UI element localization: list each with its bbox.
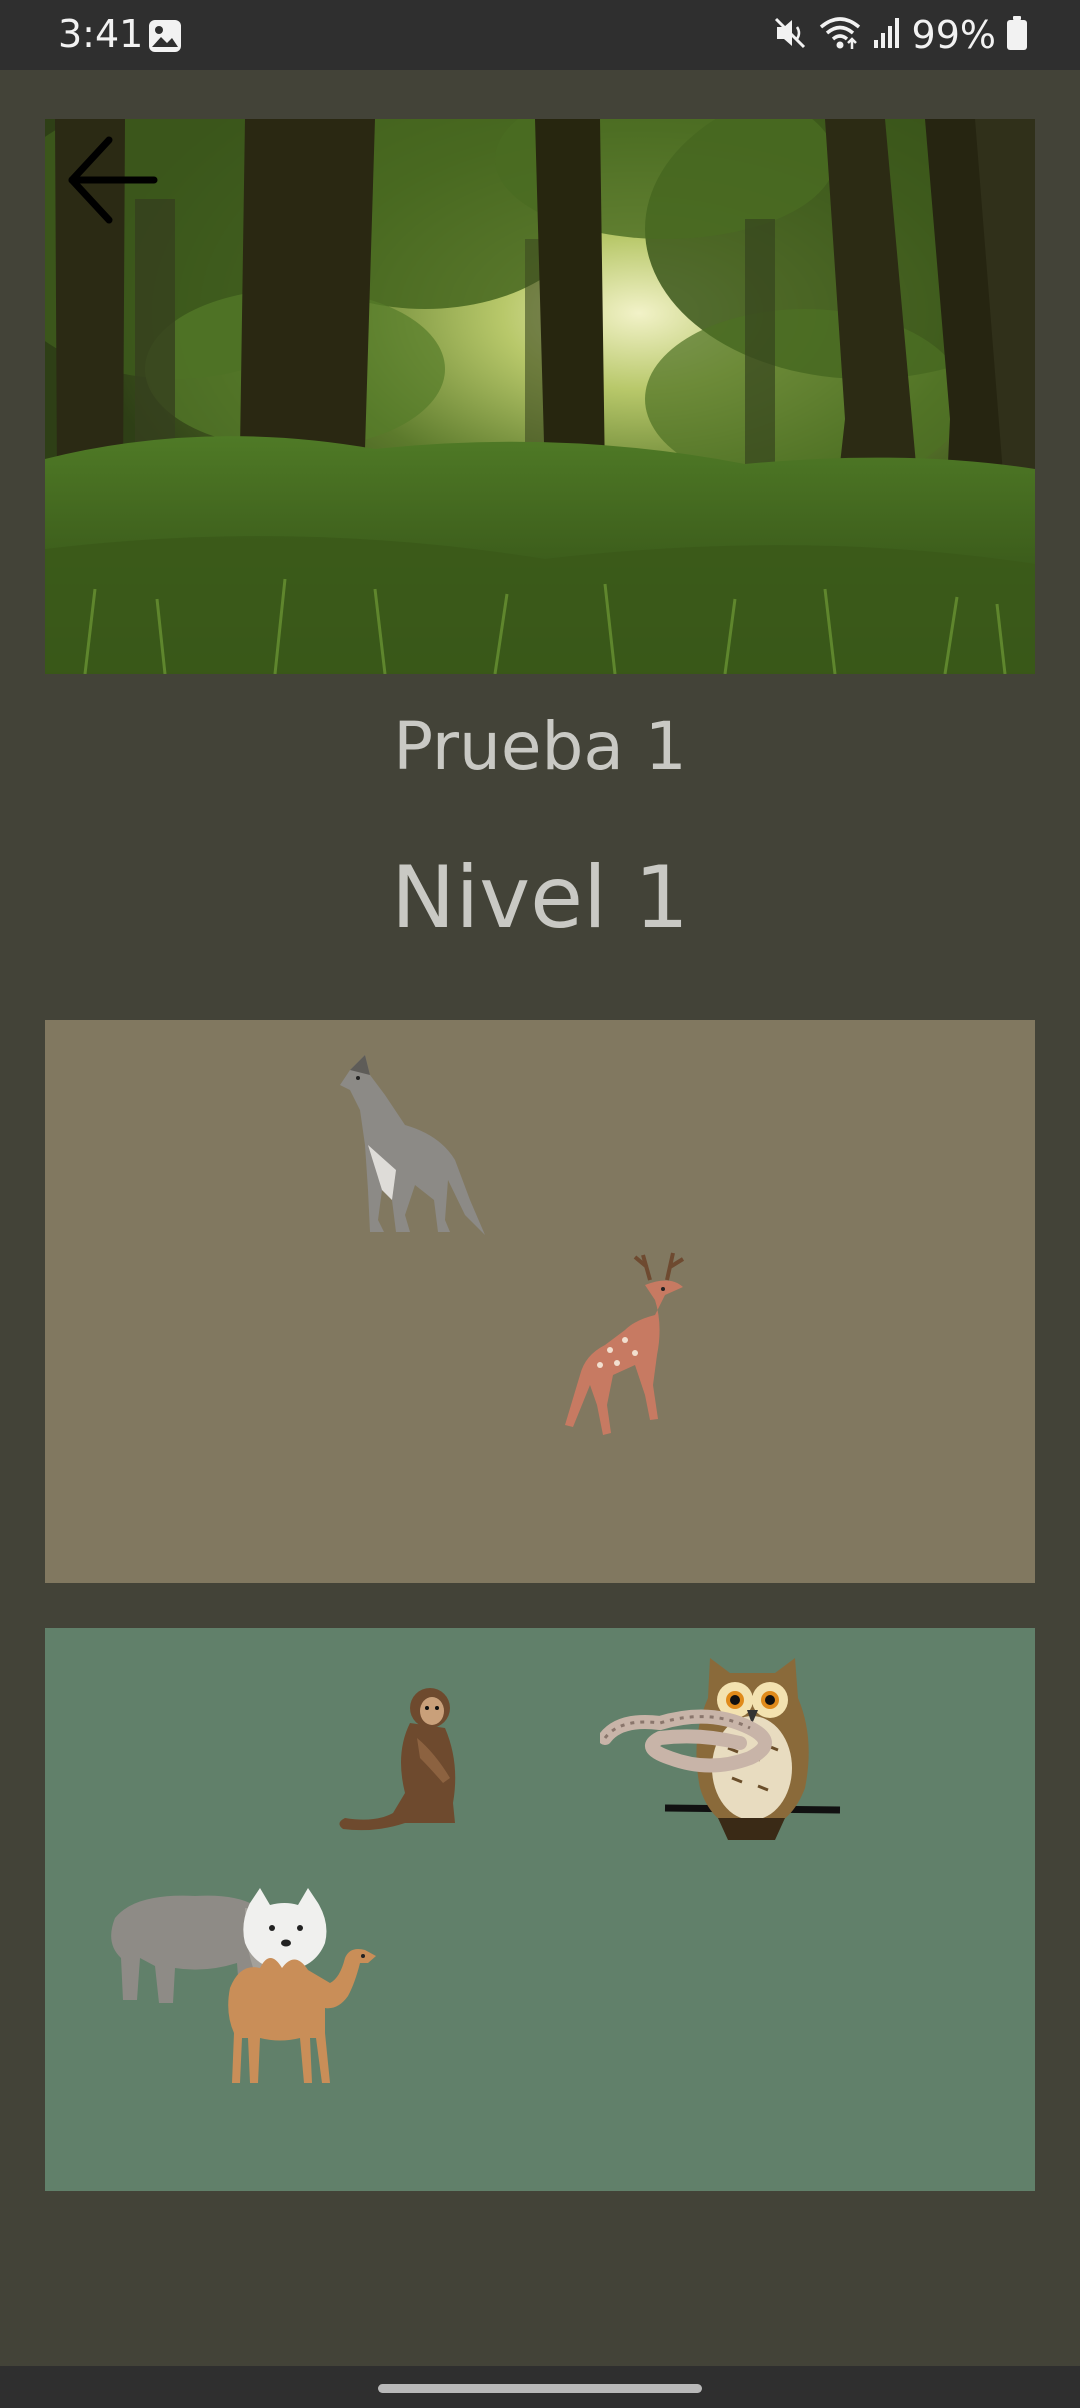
bottom-panel[interactable] (45, 1628, 1035, 2191)
wifi-icon (818, 15, 862, 55)
level-title: Nivel 1 (391, 848, 689, 948)
back-button[interactable] (62, 132, 162, 232)
status-bar: 3:41 99% (0, 0, 1080, 70)
battery-percentage: 99% (911, 13, 996, 57)
status-time: 3:41 (58, 12, 144, 56)
arrow-left-icon (64, 132, 160, 232)
owl-icon[interactable] (600, 1648, 850, 1848)
mute-icon (774, 15, 808, 55)
camel-icon[interactable] (220, 1938, 380, 2088)
home-gesture-pill[interactable] (378, 2384, 702, 2393)
test-title: Prueba 1 (393, 708, 687, 785)
status-right: 99% (774, 12, 1028, 58)
monkey-icon[interactable] (335, 1683, 475, 1833)
battery-icon (1006, 15, 1028, 55)
wolf-icon[interactable] (330, 1050, 490, 1240)
top-panel[interactable] (45, 1020, 1035, 1583)
image-icon (148, 19, 182, 53)
forest-header-image (45, 119, 1035, 674)
signal-icon (872, 16, 902, 54)
deer-icon[interactable] (555, 1245, 705, 1440)
